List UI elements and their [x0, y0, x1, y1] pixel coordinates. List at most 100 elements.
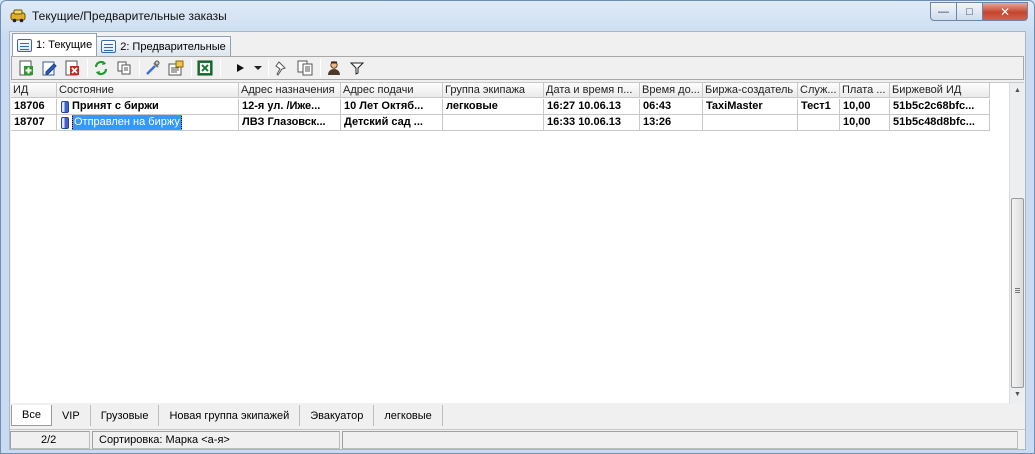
- play-icon: [237, 64, 244, 72]
- grip-icon: [1015, 288, 1020, 289]
- mobile-phone-icon: [61, 100, 69, 113]
- status-empty-panel: [342, 431, 1018, 449]
- cell-destination: 12-я ул. /Иже...: [239, 99, 341, 115]
- copy-documents-button[interactable]: [295, 59, 315, 77]
- list-icon: [101, 40, 117, 53]
- title-bar[interactable]: Текущие/Предварительные заказы — □ ✕: [1, 1, 1034, 31]
- column-header-state[interactable]: Состояние: [57, 83, 239, 98]
- filter-icon: [350, 62, 364, 75]
- toolbar-separator: [320, 59, 321, 77]
- column-header-id[interactable]: ИД: [11, 83, 57, 98]
- edit-order-icon: [42, 61, 57, 76]
- tools-button[interactable]: [143, 59, 163, 77]
- cell-fee: 10,00: [840, 99, 890, 115]
- column-header-creator[interactable]: Биржа-создатель: [703, 83, 798, 98]
- play-button[interactable]: [230, 59, 250, 77]
- cell-pickup: Детский сад ...: [341, 115, 443, 131]
- mobile-phone-icon: [61, 116, 69, 129]
- group-tab-passenger[interactable]: легковые: [374, 405, 443, 426]
- cell-fee: 10,00: [840, 115, 890, 131]
- close-button[interactable]: ✕: [983, 2, 1028, 21]
- cell-service: Тест1: [798, 99, 840, 115]
- cell-id: 18707: [11, 115, 57, 131]
- tab-current-label: 1: Текущие: [36, 39, 93, 51]
- state-text-selected: Отправлен на биржу: [72, 115, 182, 130]
- cell-time-to: 06:43: [640, 99, 703, 115]
- toolbar-separator: [139, 59, 140, 77]
- refresh-icon: [94, 60, 108, 76]
- cell-datetime: 16:27 10.06.13: [544, 99, 640, 115]
- add-order-button[interactable]: [16, 59, 36, 77]
- edit-order-button[interactable]: [39, 59, 59, 77]
- copy-button[interactable]: [114, 59, 134, 77]
- add-order-icon: [19, 60, 33, 76]
- list-icon: [17, 38, 32, 52]
- group-tab-all[interactable]: Все: [11, 405, 52, 426]
- group-tab-tow-truck[interactable]: Эвакуатор: [300, 405, 375, 426]
- status-sort: Сортировка: Марка <а-я>: [92, 431, 340, 449]
- excel-export-button[interactable]: [195, 59, 215, 77]
- column-header-service[interactable]: Служ...: [798, 83, 840, 98]
- table-row[interactable]: 18706 Принят с биржи 12-я ул. /Иже... 10…: [11, 99, 990, 115]
- toolbar-separator: [87, 59, 88, 77]
- refresh-button[interactable]: [91, 59, 111, 77]
- orders-window: Текущие/Предварительные заказы — □ ✕ 1: …: [0, 0, 1035, 454]
- pin-icon: [275, 61, 286, 76]
- cell-creator: [703, 115, 798, 131]
- toolbar-separator: [191, 59, 192, 77]
- scroll-down-icon[interactable]: ▼: [1011, 387, 1024, 402]
- cell-service: [798, 115, 840, 131]
- properties-icon: [168, 60, 184, 76]
- cell-creator: TaxiMaster: [703, 99, 798, 115]
- copy-documents-icon: [297, 60, 313, 76]
- tab-current[interactable]: 1: Текущие: [12, 33, 98, 56]
- pin-button[interactable]: [272, 59, 292, 77]
- status-bar: 2/2 Сортировка: Марка <а-я>: [10, 429, 1025, 449]
- dropdown-arrow-button[interactable]: [253, 59, 263, 77]
- copy-icon: [117, 61, 131, 75]
- state-text: Принят с биржи: [72, 100, 159, 112]
- column-header-datetime[interactable]: Дата и время п...: [544, 83, 640, 98]
- column-header-time-to[interactable]: Время до...: [640, 83, 703, 98]
- driver-button[interactable]: [324, 59, 344, 77]
- toolbar: [11, 56, 1024, 80]
- filter-button[interactable]: [347, 59, 367, 77]
- cell-destination: ЛВЗ Глазовск...: [239, 115, 341, 131]
- cell-state: Отправлен на биржу: [57, 115, 239, 131]
- column-header-pickup[interactable]: Адрес подачи: [341, 83, 443, 98]
- cell-group: [443, 115, 544, 131]
- maximize-button[interactable]: □: [957, 2, 983, 21]
- delete-order-button[interactable]: [62, 59, 82, 77]
- column-header-destination[interactable]: Адрес назначения: [239, 83, 341, 98]
- scroll-thumb[interactable]: [1011, 198, 1024, 388]
- dropdown-arrow-icon: [254, 66, 262, 70]
- order-tabs: 1: Текущие 2: Предварительные: [12, 33, 231, 56]
- group-filter-tabs: Все VIP Грузовые Новая группа экипажей Э…: [11, 405, 443, 426]
- orders-grid[interactable]: ИД Состояние Адрес назначения Адрес пода…: [11, 82, 1024, 404]
- grid-header: ИД Состояние Адрес назначения Адрес пода…: [11, 83, 990, 98]
- status-count: 2/2: [10, 431, 90, 449]
- cell-id: 18706: [11, 99, 57, 115]
- column-header-exchange-id[interactable]: Биржевой ИД: [890, 83, 990, 98]
- cell-pickup: 10 Лет Октяб...: [341, 99, 443, 115]
- tools-icon: [146, 60, 160, 75]
- toolbar-separator: [268, 59, 269, 77]
- scroll-up-icon[interactable]: ▲: [1011, 83, 1024, 98]
- table-row[interactable]: 18707 Отправлен на биржу ЛВЗ Глазовск...…: [11, 115, 990, 131]
- properties-button[interactable]: [166, 59, 186, 77]
- toolbar-separator: [220, 59, 221, 77]
- minimize-button[interactable]: —: [930, 2, 957, 21]
- group-tab-vip[interactable]: VIP: [51, 405, 91, 426]
- tab-preliminary[interactable]: 2: Предварительные: [96, 36, 231, 56]
- group-tab-new-group[interactable]: Новая группа экипажей: [159, 405, 301, 426]
- cell-datetime: 16:33 10.06.13: [544, 115, 640, 131]
- excel-export-icon: [197, 60, 213, 76]
- column-header-fee[interactable]: Плата ...: [840, 83, 890, 98]
- cell-exchange-id: 51b5c48d8bfc...: [890, 115, 990, 131]
- cell-time-to: 13:26: [640, 115, 703, 131]
- tab-preliminary-label: 2: Предварительные: [120, 40, 226, 53]
- column-header-group[interactable]: Группа экипажа: [443, 83, 544, 98]
- vertical-scrollbar[interactable]: ▲ ▼: [1009, 83, 1024, 404]
- cell-state: Принят с биржи: [57, 99, 239, 115]
- group-tab-cargo[interactable]: Грузовые: [90, 405, 160, 426]
